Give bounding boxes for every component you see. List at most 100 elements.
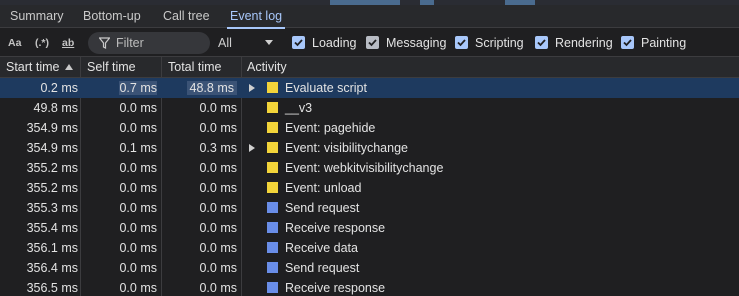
table-row[interactable]: 356.4 ms 0.0 ms 0.0 ms Send request bbox=[0, 258, 739, 278]
total-time-cell: 0.0 ms bbox=[162, 258, 237, 278]
total-time-value: 0.0 ms bbox=[199, 261, 237, 275]
activity-name: Receive data bbox=[285, 241, 358, 255]
self-time-value: 0.0 ms bbox=[119, 181, 157, 195]
table-row[interactable]: 356.1 ms 0.0 ms 0.0 ms Receive data bbox=[0, 238, 739, 258]
start-time-cell: 354.9 ms bbox=[26, 121, 78, 135]
total-time-cell: 0.3 ms bbox=[162, 138, 237, 158]
start-time-cell: 355.2 ms bbox=[26, 161, 78, 175]
start-time-cell: 356.5 ms bbox=[26, 281, 78, 295]
total-time-value: 0.0 ms bbox=[199, 181, 237, 195]
duration-filter-select[interactable]: All bbox=[218, 35, 278, 51]
self-time-value: 0.0 ms bbox=[119, 241, 157, 255]
table-row[interactable]: 354.9 ms 0.0 ms 0.0 ms Event: pagehide bbox=[0, 118, 739, 138]
self-time-cell: 0.0 ms bbox=[81, 158, 157, 178]
total-time-cell: 48.8 ms bbox=[162, 78, 237, 98]
chevron-down-icon bbox=[265, 40, 273, 45]
scripting-category-swatch bbox=[267, 82, 278, 93]
scripting-category-swatch bbox=[267, 162, 278, 173]
table-row[interactable]: 355.2 ms 0.0 ms 0.0 ms Event: webkitvisibil… bbox=[0, 158, 739, 178]
tab-bar: Summary Bottom-up Call tree Event log bbox=[0, 5, 739, 29]
total-time-value: 0.0 ms bbox=[199, 121, 237, 135]
total-time-cell: 0.0 ms bbox=[162, 118, 237, 138]
column-header-start-time[interactable]: Start time bbox=[0, 57, 73, 78]
loading-category-swatch bbox=[267, 282, 278, 293]
table-row[interactable]: 356.5 ms 0.0 ms 0.0 ms Receive response bbox=[0, 278, 739, 296]
activity-name: Event: unload bbox=[285, 181, 362, 195]
column-header-activity[interactable]: Activity bbox=[241, 57, 287, 78]
start-time-cell: 354.9 ms bbox=[26, 141, 78, 155]
column-header-total-time[interactable]: Total time bbox=[162, 57, 222, 78]
loading-category-swatch bbox=[267, 202, 278, 213]
activity-name: __v3 bbox=[285, 101, 313, 115]
total-time-value: 0.0 ms bbox=[199, 281, 237, 295]
activity-name: Event: visibilitychange bbox=[285, 141, 408, 155]
start-time-cell: 49.8 ms bbox=[33, 101, 78, 115]
total-time-cell: 0.0 ms bbox=[162, 198, 237, 218]
tab-summary[interactable]: Summary bbox=[10, 5, 63, 28]
total-time-cell: 0.0 ms bbox=[162, 218, 237, 238]
table-row[interactable]: 0.2 ms 0.7 ms 48.8 ms Evaluate script bbox=[0, 78, 739, 98]
event-log-table: Start time Self time Total time Activity… bbox=[0, 57, 739, 296]
total-time-cell: 0.0 ms bbox=[162, 238, 237, 258]
tab-bottom-up[interactable]: Bottom-up bbox=[83, 5, 141, 28]
total-time-value: 0.0 ms bbox=[199, 101, 237, 115]
activity-name: Receive response bbox=[285, 281, 386, 295]
checkbox-checked-icon bbox=[621, 36, 634, 49]
activity-name: Evaluate script bbox=[285, 81, 367, 95]
self-time-cell: 0.0 ms bbox=[81, 198, 157, 218]
total-time-cell: 0.0 ms bbox=[162, 98, 237, 118]
self-time-cell: 0.7 ms bbox=[81, 78, 157, 98]
start-time-cell: 355.3 ms bbox=[26, 201, 78, 215]
total-time-cell: 0.0 ms bbox=[162, 178, 237, 198]
total-time-value: 0.0 ms bbox=[199, 221, 237, 235]
self-time-cell: 0.0 ms bbox=[81, 118, 157, 138]
tab-call-tree[interactable]: Call tree bbox=[163, 5, 210, 28]
self-time-value: 0.7 ms bbox=[119, 81, 157, 95]
filter-input[interactable] bbox=[116, 34, 206, 52]
self-time-value: 0.0 ms bbox=[119, 121, 157, 135]
table-row[interactable]: 355.4 ms 0.0 ms 0.0 ms Receive response bbox=[0, 218, 739, 238]
self-time-value: 0.0 ms bbox=[119, 221, 157, 235]
activity-name: Event: pagehide bbox=[285, 121, 376, 135]
self-time-cell: 0.1 ms bbox=[81, 138, 157, 158]
tab-event-log[interactable]: Event log bbox=[226, 5, 286, 29]
table-row[interactable]: 49.8 ms 0.0 ms 0.0 ms __v3 bbox=[0, 98, 739, 118]
total-time-value: 0.0 ms bbox=[199, 161, 237, 175]
table-header: Start time Self time Total time Activity bbox=[0, 57, 739, 78]
loading-category-swatch bbox=[267, 242, 278, 253]
start-time-cell: 356.4 ms bbox=[26, 261, 78, 275]
column-header-self-time[interactable]: Self time bbox=[81, 57, 136, 78]
self-time-value: 0.0 ms bbox=[119, 281, 157, 295]
expand-triangle-icon[interactable] bbox=[249, 144, 255, 152]
start-time-cell: 356.1 ms bbox=[26, 241, 78, 255]
total-time-value: 48.8 ms bbox=[186, 81, 237, 95]
self-time-cell: 0.0 ms bbox=[81, 98, 157, 118]
match-case-icon[interactable]: Aa bbox=[8, 35, 21, 51]
start-time-cell: 355.2 ms bbox=[26, 181, 78, 195]
total-time-cell: 0.0 ms bbox=[162, 278, 237, 296]
self-time-value: 0.0 ms bbox=[119, 101, 157, 115]
whole-word-icon[interactable]: ab bbox=[62, 35, 74, 51]
activity-name: Receive response bbox=[285, 221, 386, 235]
checkbox-checked-icon bbox=[535, 36, 548, 49]
sort-ascending-icon bbox=[64, 64, 73, 70]
scripting-category-swatch bbox=[267, 182, 278, 193]
checkbox-checked-icon bbox=[455, 36, 468, 49]
table-row[interactable]: 355.3 ms 0.0 ms 0.0 ms Send request bbox=[0, 198, 739, 218]
filter-field[interactable] bbox=[88, 32, 210, 54]
checkbox-checked-icon bbox=[366, 36, 379, 49]
regex-icon[interactable]: (.*) bbox=[35, 35, 49, 51]
self-time-cell: 0.0 ms bbox=[81, 238, 157, 258]
self-time-cell: 0.0 ms bbox=[81, 278, 157, 296]
expand-triangle-icon[interactable] bbox=[249, 84, 255, 92]
self-time-value: 0.0 ms bbox=[119, 161, 157, 175]
self-time-cell: 0.0 ms bbox=[81, 258, 157, 278]
filter-funnel-icon bbox=[99, 37, 110, 49]
scripting-category-swatch bbox=[267, 142, 278, 153]
table-row[interactable]: 355.2 ms 0.0 ms 0.0 ms Event: unload bbox=[0, 178, 739, 198]
duration-filter-value: All bbox=[218, 36, 232, 50]
self-time-cell: 0.0 ms bbox=[81, 178, 157, 198]
table-row[interactable]: 354.9 ms 0.1 ms 0.3 ms Event: visibilitycha… bbox=[0, 138, 739, 158]
start-time-cell: 0.2 ms bbox=[40, 81, 78, 95]
checkbox-checked-icon bbox=[292, 36, 305, 49]
